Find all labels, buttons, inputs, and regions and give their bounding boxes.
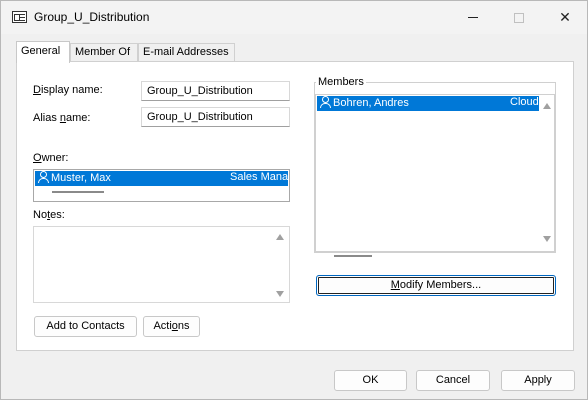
- tab-general[interactable]: General: [16, 41, 70, 63]
- alias-name-label: Alias name:: [33, 112, 91, 124]
- owner-label: Owner:: [33, 152, 69, 164]
- notes-scroll-down-icon[interactable]: [276, 291, 284, 297]
- maximize-button: [496, 1, 542, 34]
- notes-textarea[interactable]: [33, 226, 290, 303]
- minimize-button[interactable]: [450, 1, 496, 34]
- contact-card-icon: [12, 11, 27, 23]
- title-bar[interactable]: Group_U_Distribution ✕: [1, 1, 587, 34]
- display-name-field[interactable]: Group_U_Distribution: [141, 81, 290, 101]
- owner-row[interactable]: Muster, Max Sales Mana: [35, 171, 288, 186]
- notes-scroll-up-icon[interactable]: [276, 234, 284, 240]
- add-to-contacts-button[interactable]: Add to Contacts: [34, 316, 137, 337]
- notes-label: Notes:: [33, 209, 65, 221]
- members-horizontal-scroll-thumb[interactable]: [334, 255, 372, 257]
- maximize-icon: [514, 12, 524, 23]
- actions-button[interactable]: Actions: [143, 316, 200, 337]
- members-label: Members: [316, 76, 366, 88]
- person-icon: [38, 171, 49, 183]
- tab-member-of[interactable]: Member Of: [70, 43, 138, 62]
- members-scroll-down-icon[interactable]: [543, 236, 551, 242]
- window-title: Group_U_Distribution: [34, 10, 150, 24]
- minimize-icon: [468, 17, 478, 18]
- cancel-button[interactable]: Cancel: [416, 370, 490, 391]
- owner-horizontal-scrollbar[interactable]: [52, 191, 104, 193]
- general-tab-panel: Display name: Group_U_Distribution Alias…: [16, 61, 574, 351]
- modify-members-button[interactable]: Modify Members...: [316, 275, 556, 296]
- close-icon: ✕: [559, 9, 571, 25]
- tab-email-addresses[interactable]: E-mail Addresses: [138, 43, 235, 62]
- close-button[interactable]: ✕: [542, 1, 588, 34]
- apply-button[interactable]: Apply: [501, 370, 575, 391]
- person-icon: [320, 96, 331, 108]
- members-scroll-up-icon[interactable]: [543, 103, 551, 109]
- members-list[interactable]: Bohren, Andres Cloud: [315, 94, 555, 252]
- alias-name-field[interactable]: Group_U_Distribution: [141, 107, 290, 127]
- member-row[interactable]: Bohren, Andres Cloud: [317, 96, 539, 111]
- owner-list[interactable]: Muster, Max Sales Mana: [33, 169, 290, 202]
- ok-button[interactable]: OK: [334, 370, 407, 391]
- group-properties-window: Group_U_Distribution ✕ General Member Of…: [0, 0, 588, 400]
- display-name-label: Display name:: [33, 84, 103, 96]
